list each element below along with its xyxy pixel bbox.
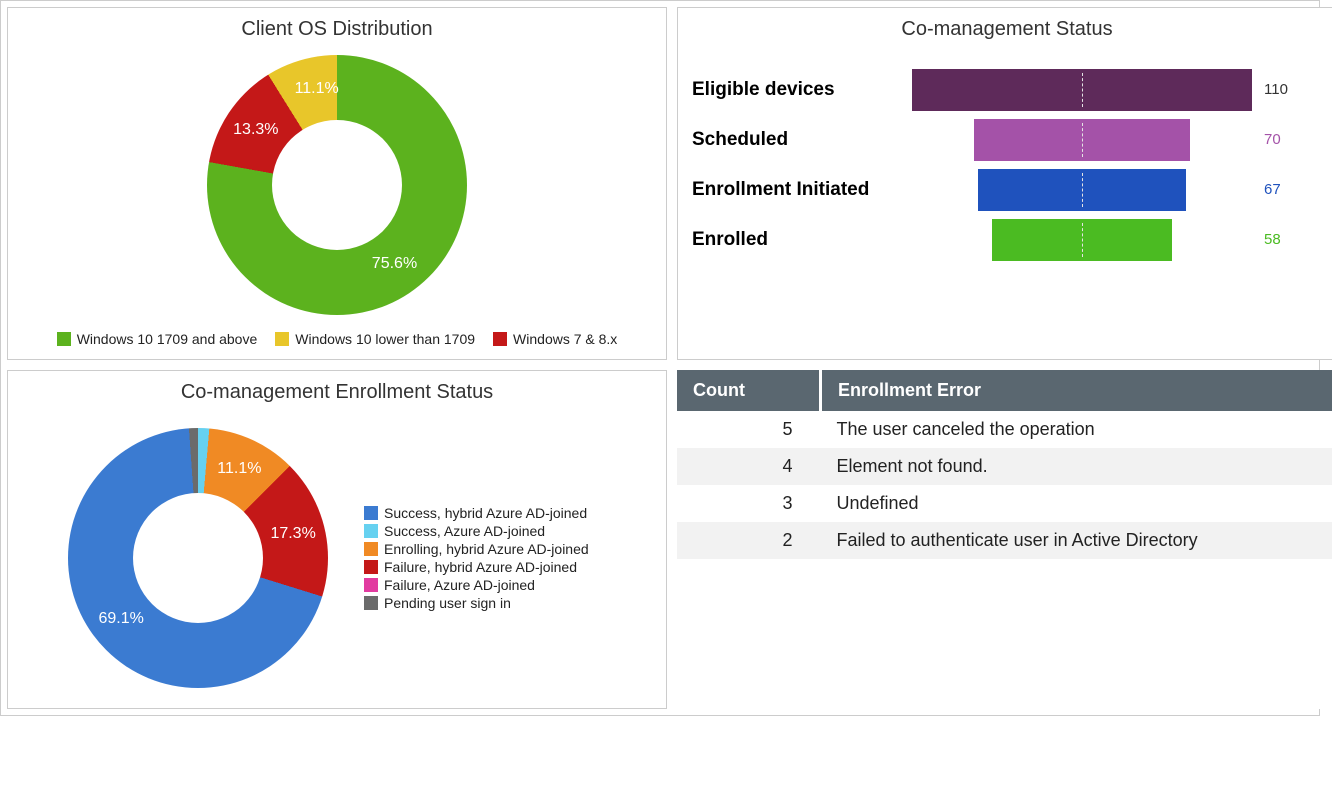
cell-count: 3: [677, 485, 821, 522]
table-header-row: Count Enrollment Error: [677, 370, 1332, 411]
legend-swatch: [364, 578, 378, 592]
funnel-chart[interactable]: Eligible devicesScheduledEnrollment Init…: [678, 45, 1332, 285]
funnel-value: 110: [1264, 81, 1288, 98]
funnel-bar[interactable]: 58: [912, 215, 1326, 265]
legend-swatch: [364, 596, 378, 610]
funnel-value: 70: [1264, 131, 1281, 148]
legend-label: Windows 7 & 8.x: [513, 331, 617, 347]
legend-swatch: [493, 332, 507, 346]
funnel-value: 58: [1264, 231, 1281, 248]
tile-error-table: Count Enrollment Error 5The user cancele…: [677, 370, 1332, 709]
funnel-bar[interactable]: 70: [912, 115, 1326, 165]
legend-item[interactable]: Windows 10 1709 and above: [57, 331, 258, 347]
cell-error: The user canceled the operation: [821, 411, 1332, 448]
tile-enrollment-status: Co-management Enrollment Status 11.1% 17.…: [7, 370, 667, 709]
donut-enrollment[interactable]: 11.1% 17.3% 69.1%: [68, 428, 328, 688]
enrollment-error-table: Count Enrollment Error 5The user cancele…: [677, 370, 1332, 559]
legend-enrollment: Success, hybrid Azure AD-joined Success, …: [328, 505, 589, 611]
cell-error: Undefined: [821, 485, 1332, 522]
chart-title: Co-management Enrollment Status: [8, 371, 666, 408]
legend-item[interactable]: Windows 7 & 8.x: [493, 331, 617, 347]
slice-pct-label: 69.1%: [98, 610, 143, 628]
legend-item[interactable]: Success, Azure AD-joined: [364, 523, 589, 539]
slice-pct-label: 13.3%: [233, 121, 278, 139]
legend-label: Failure, hybrid Azure AD-joined: [384, 559, 577, 575]
funnel-stage-label: Eligible devices: [692, 65, 892, 115]
tile-client-os: Client OS Distribution 75.6% 13.3% 11.1% W…: [7, 7, 667, 360]
chart-title: Client OS Distribution: [8, 8, 666, 45]
slice-pct-label: 11.1%: [217, 460, 261, 478]
funnel-bar[interactable]: 67: [912, 165, 1326, 215]
dashboard-grid: Client OS Distribution 75.6% 13.3% 11.1% W…: [0, 0, 1320, 716]
funnel-value: 67: [1264, 181, 1281, 198]
funnel-stage-label: Enrolled: [692, 215, 892, 265]
table-row[interactable]: 4Element not found.: [677, 448, 1332, 485]
cell-count: 4: [677, 448, 821, 485]
slice-pct-label: 17.3%: [270, 525, 315, 543]
legend-item[interactable]: Enrolling, hybrid Azure AD-joined: [364, 541, 589, 557]
legend-client-os: Windows 10 1709 and above Windows 10 lowe…: [8, 325, 666, 359]
funnel-bar[interactable]: 110: [912, 65, 1326, 115]
legend-label: Success, Azure AD-joined: [384, 523, 545, 539]
legend-label: Success, hybrid Azure AD-joined: [384, 505, 587, 521]
legend-label: Windows 10 lower than 1709: [295, 331, 475, 347]
tile-comanagement-status: Co-management Status Eligible devicesSch…: [677, 7, 1332, 360]
legend-item[interactable]: Pending user sign in: [364, 595, 589, 611]
legend-label: Pending user sign in: [384, 595, 511, 611]
legend-item[interactable]: Failure, Azure AD-joined: [364, 577, 589, 593]
chart-title: Co-management Status: [678, 8, 1332, 45]
cell-error: Element not found.: [821, 448, 1332, 485]
legend-swatch: [364, 560, 378, 574]
table-row[interactable]: 5The user canceled the operation: [677, 411, 1332, 448]
legend-label: Enrolling, hybrid Azure AD-joined: [384, 541, 589, 557]
legend-label: Windows 10 1709 and above: [77, 331, 258, 347]
legend-item[interactable]: Success, hybrid Azure AD-joined: [364, 505, 589, 521]
legend-item[interactable]: Windows 10 lower than 1709: [275, 331, 475, 347]
funnel-stage-label: Scheduled: [692, 115, 892, 165]
legend-swatch: [364, 542, 378, 556]
cell-count: 2: [677, 522, 821, 559]
legend-swatch: [364, 524, 378, 538]
cell-error: Failed to authenticate user in Active Di…: [821, 522, 1332, 559]
slice-pct-label: 75.6%: [372, 255, 417, 273]
legend-swatch: [57, 332, 71, 346]
table-row[interactable]: 3Undefined: [677, 485, 1332, 522]
donut-client-os[interactable]: 75.6% 13.3% 11.1%: [207, 55, 467, 315]
table-row[interactable]: 2Failed to authenticate user in Active D…: [677, 522, 1332, 559]
slice-pct-label: 11.1%: [295, 80, 339, 98]
col-count[interactable]: Count: [677, 370, 821, 411]
col-error[interactable]: Enrollment Error: [821, 370, 1332, 411]
cell-count: 5: [677, 411, 821, 448]
legend-label: Failure, Azure AD-joined: [384, 577, 535, 593]
legend-swatch: [364, 506, 378, 520]
legend-item[interactable]: Failure, hybrid Azure AD-joined: [364, 559, 589, 575]
legend-swatch: [275, 332, 289, 346]
funnel-stage-label: Enrollment Initiated: [692, 165, 892, 215]
